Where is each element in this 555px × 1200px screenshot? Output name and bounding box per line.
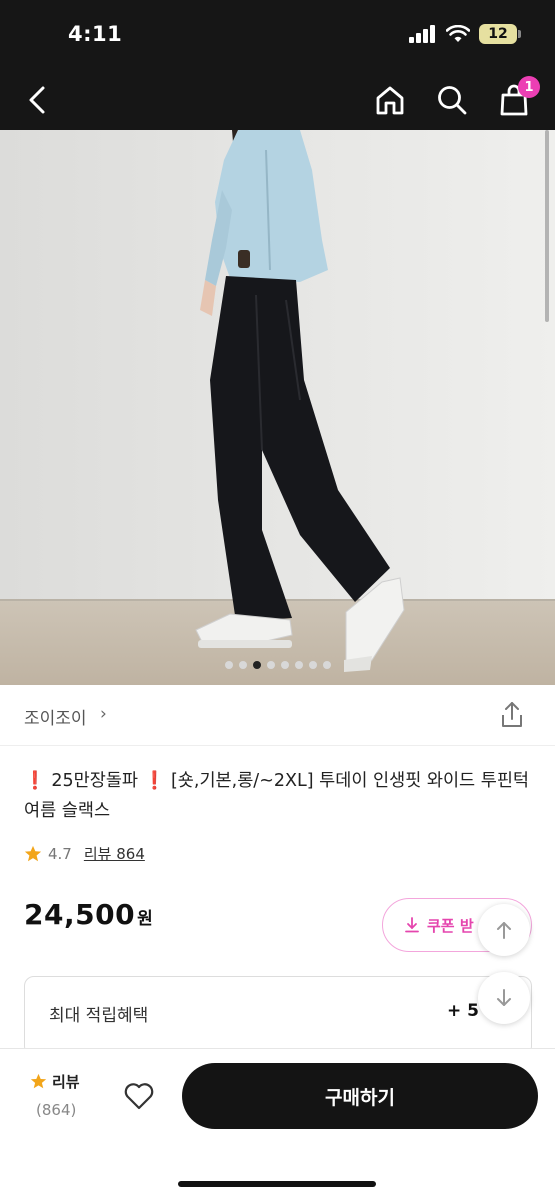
search-button[interactable] [432, 80, 472, 120]
battery-indicator: 12 [479, 24, 521, 44]
chevron-right-icon: › [100, 704, 107, 724]
gallery-dot[interactable] [266, 661, 275, 669]
home-button[interactable] [370, 80, 410, 120]
heart-icon [124, 1083, 154, 1110]
benefit-box[interactable]: 최대 적립혜택 + 5 [24, 976, 532, 1056]
status-time: 4:11 [68, 22, 123, 46]
exclamation-icon: ❗ [143, 771, 166, 791]
gallery-dot[interactable] [280, 661, 289, 669]
star-icon [24, 845, 42, 861]
bottom-action-bar: 리뷰 (864) 구매하기 [0, 1048, 555, 1200]
product-photo [0, 130, 555, 685]
gallery-dot[interactable] [252, 661, 261, 669]
battery-level: 12 [488, 26, 508, 42]
bottom-review-label: 리뷰 [52, 1073, 80, 1091]
arrow-down-icon [497, 989, 511, 1006]
rating-value: 4.7 [48, 844, 72, 863]
buy-label: 구매하기 [325, 1086, 395, 1109]
share-icon [502, 702, 522, 727]
arrow-up-icon [497, 922, 511, 939]
coupon-label: 쿠폰 받 [427, 916, 474, 935]
gallery-dot[interactable] [238, 661, 247, 669]
bottom-review[interactable]: 리뷰 [30, 1071, 80, 1092]
gallery-dot[interactable] [308, 661, 317, 669]
signal-icon [409, 25, 435, 43]
product-image-gallery[interactable] [0, 130, 555, 685]
title-text-1: 25만장돌파 [45, 771, 144, 791]
price-unit: 원 [137, 909, 153, 929]
brand-row: 조이조이 › [0, 686, 555, 746]
price-amount: 24,500 [24, 898, 136, 931]
buy-button[interactable]: 구매하기 [182, 1063, 538, 1129]
exclamation-icon: ❗ [24, 771, 46, 791]
home-indicator [178, 1181, 376, 1187]
price: 24,500 원 [24, 898, 153, 931]
product-title: ❗ 25만장돌파 ❗ [숏,기본,롱/~2XL] 투데이 인생핏 와이드 투핀턱… [24, 766, 534, 826]
star-icon [30, 1073, 47, 1089]
page-scrollbar[interactable] [545, 130, 549, 322]
wishlist-button[interactable] [122, 1079, 156, 1113]
gallery-dot[interactable] [294, 661, 303, 669]
gallery-pagination[interactable] [0, 661, 555, 669]
app-header: 1 [0, 70, 555, 130]
search-icon [438, 86, 467, 115]
bottom-review-count: (864) [36, 1101, 77, 1119]
gallery-dot[interactable] [322, 661, 331, 669]
gallery-dot[interactable] [224, 661, 233, 669]
wifi-icon [446, 25, 470, 42]
cart-badge: 1 [518, 76, 540, 98]
rating-row: 4.7 리뷰 864 [24, 843, 145, 864]
cart-button[interactable]: 1 [494, 76, 540, 120]
share-button[interactable] [497, 700, 527, 730]
status-icons: 12 [409, 24, 521, 44]
scroll-down-button[interactable] [478, 972, 530, 1024]
benefit-label: 최대 적립혜택 [49, 1006, 149, 1026]
review-link[interactable]: 리뷰 864 [84, 843, 145, 864]
benefit-value: + 5 [447, 1001, 479, 1021]
download-icon [405, 917, 419, 933]
back-button[interactable] [18, 80, 58, 120]
scroll-up-button[interactable] [478, 904, 530, 956]
status-bar: 4:11 12 [0, 0, 555, 70]
brand-link[interactable]: 조이조이 [24, 704, 87, 729]
home-icon [376, 86, 404, 115]
back-icon [29, 86, 45, 114]
